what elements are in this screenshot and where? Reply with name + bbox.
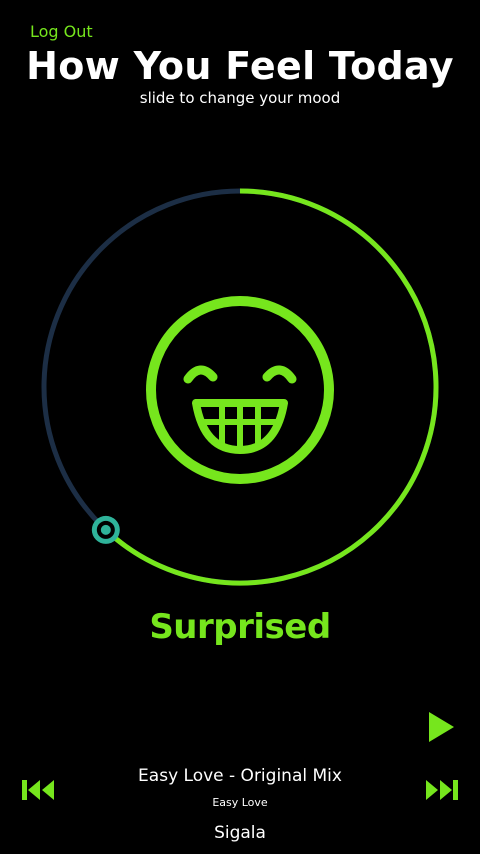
skip-previous-icon[interactable] bbox=[20, 776, 58, 804]
mood-slider-knob[interactable] bbox=[91, 515, 120, 544]
grinning-face-icon bbox=[146, 296, 334, 484]
mood-label: Surprised bbox=[149, 607, 331, 647]
track-artist: Sigala bbox=[214, 823, 266, 843]
track-title: Easy Love - Original Mix bbox=[138, 766, 342, 786]
skip-next-icon[interactable] bbox=[422, 776, 460, 804]
play-icon[interactable] bbox=[426, 710, 456, 744]
mood-dial[interactable] bbox=[0, 0, 480, 854]
track-album: Easy Love bbox=[212, 796, 268, 809]
